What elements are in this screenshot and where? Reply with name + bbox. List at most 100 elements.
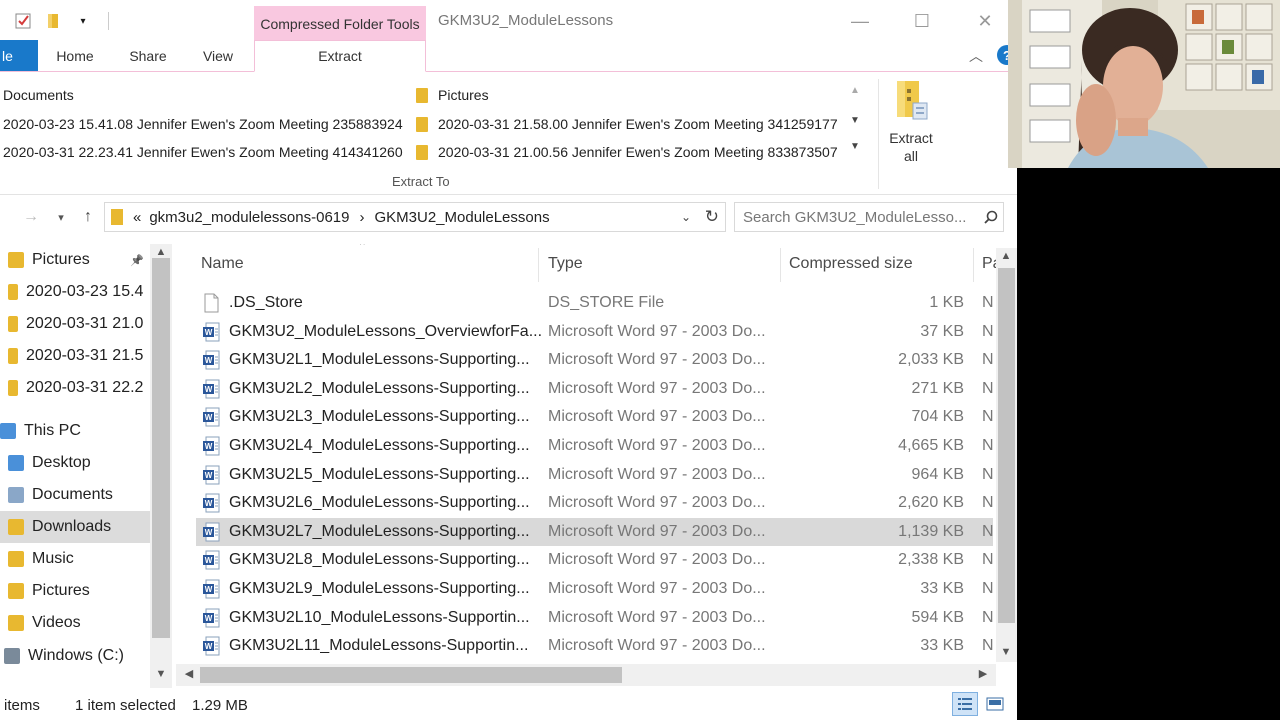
gallery-item-zoom-341259177[interactable]: 2020-03-31 21.58.00 Jennifer Ewen's Zoom… [416, 113, 838, 135]
nav-item-2020-03-23-15-4[interactable]: 2020-03-23 15.4 [0, 276, 150, 308]
tab-home[interactable]: Home [44, 40, 106, 71]
file-name-cell[interactable]: W GKM3U2L3_ModuleLessons-Supporting... [202, 403, 530, 431]
nav-item-documents[interactable]: Documents [0, 479, 150, 511]
file-list-scroll-thumb[interactable] [998, 268, 1015, 623]
column-header-compressed-size[interactable]: Compressed size [789, 252, 913, 276]
breadcrumb-separator[interactable]: › [359, 209, 364, 226]
file-name-cell[interactable]: .DS_Store [202, 289, 303, 317]
table-row[interactable]: W GKM3U2L4_ModuleLessons-Supporting... Mic… [196, 432, 994, 460]
file-name-cell[interactable]: W GKM3U2L6_ModuleLessons-Supporting... [202, 489, 530, 517]
gallery-scroll-down-icon[interactable]: ▼ [846, 115, 864, 126]
file-name-cell[interactable]: W GKM3U2L7_ModuleLessons-Supporting... [202, 518, 530, 546]
tab-file[interactable]: le [0, 40, 38, 71]
file-name-cell[interactable]: W GKM3U2L11_ModuleLessons-Supportin... [202, 632, 528, 660]
gallery-expand-icon[interactable]: ▼ [846, 141, 864, 152]
search-input[interactable]: Search GKM3U2_ModuleLesso... [743, 209, 979, 226]
maximize-button[interactable]: ☐ [908, 8, 936, 34]
properties-check-icon[interactable] [12, 10, 34, 32]
file-type: Microsoft Word 97 - 2003 Do... [548, 379, 766, 397]
nav-item-downloads[interactable]: Downloads [0, 511, 150, 543]
nav-item-pictures[interactable]: Pictures 📌 [0, 244, 150, 276]
file-name-cell[interactable]: W GKM3U2L8_ModuleLessons-Supporting... [202, 546, 530, 574]
table-row[interactable]: W GKM3U2_ModuleLessons_OverviewforFa... Mi… [196, 318, 994, 346]
extract-all-button[interactable]: Extract all [884, 79, 938, 165]
nav-pane-scrollbar[interactable]: ▲ ▼ [150, 244, 172, 688]
table-row[interactable]: W GKM3U2L8_ModuleLessons-Supporting... Mic… [196, 546, 994, 574]
gallery-item-documents[interactable]: Documents [3, 84, 74, 106]
nav-item-2020-03-31-21-5[interactable]: 2020-03-31 21.5 [0, 340, 150, 372]
nav-item-music[interactable]: Music [0, 543, 150, 575]
table-row[interactable]: W GKM3U2L3_ModuleLessons-Supporting... Mic… [196, 403, 994, 431]
nav-scroll-up-icon[interactable]: ▲ [152, 246, 170, 258]
gallery-item-label: 2020-03-31 21.00.56 Jennifer Ewen's Zoom… [438, 144, 838, 160]
table-row[interactable]: W GKM3U2L6_ModuleLessons-Supporting... Mic… [196, 489, 994, 517]
file-compressed-size: 271 KB [911, 379, 964, 397]
table-row[interactable]: W GKM3U2L2_ModuleLessons-Supporting... Mic… [196, 375, 994, 403]
gallery-item-pictures[interactable]: Pictures [416, 84, 489, 106]
close-button[interactable]: ✕ [971, 8, 999, 34]
column-header-name[interactable]: Name [201, 252, 244, 276]
table-row[interactable]: W GKM3U2L11_ModuleLessons-Supportin... Mic… [196, 632, 994, 660]
list-scroll-up-icon[interactable]: ▲ [997, 250, 1015, 262]
large-icons-view-button[interactable] [982, 692, 1008, 716]
tab-share[interactable]: Share [118, 40, 178, 71]
file-name-cell[interactable]: W GKM3U2L4_ModuleLessons-Supporting... [202, 432, 530, 460]
gallery-item-zoom-833873507[interactable]: 2020-03-31 21.00.56 Jennifer Ewen's Zoom… [416, 141, 838, 163]
file-name-cell[interactable]: W GKM3U2L1_ModuleLessons-Supporting... [202, 346, 530, 374]
file-list-scrollbar[interactable]: ▲ ▼ [996, 248, 1017, 662]
column-divider[interactable] [538, 248, 539, 282]
address-bar[interactable]: « gkm3u2_modulelessons-0619 › GKM3U2_Mod… [104, 202, 726, 232]
breadcrumb-current-folder[interactable]: GKM3U2_ModuleLessons [374, 209, 549, 226]
file-name-cell[interactable]: W GKM3U2_ModuleLessons_OverviewforFa... [202, 318, 542, 346]
horizontal-scroll-thumb[interactable] [200, 667, 622, 683]
table-row[interactable]: W GKM3U2L5_ModuleLessons-Supporting... Mic… [196, 461, 994, 489]
table-row[interactable]: W GKM3U2L10_ModuleLessons-Supportin... Mic… [196, 604, 994, 632]
new-folder-icon[interactable] [42, 10, 64, 32]
column-divider[interactable] [780, 248, 781, 282]
up-arrow-icon[interactable]: ↑ [77, 206, 99, 228]
table-row[interactable]: W GKM3U2L9_ModuleLessons-Supporting... Mic… [196, 575, 994, 603]
nav-item-2020-03-31-21-0[interactable]: 2020-03-31 21.0 [0, 308, 150, 340]
breadcrumb-zip-archive[interactable]: gkm3u2_modulelessons-0619 [149, 209, 349, 226]
column-header-type[interactable]: Type [548, 252, 583, 276]
gallery-scroll-up-icon[interactable]: ▲ [846, 85, 864, 96]
file-name-cell[interactable]: W GKM3U2L10_ModuleLessons-Supportin... [202, 604, 530, 632]
list-scroll-down-icon[interactable]: ▼ [997, 646, 1015, 658]
tab-view[interactable]: View [190, 40, 246, 71]
file-name-cell[interactable]: W GKM3U2L9_ModuleLessons-Supporting... [202, 575, 530, 603]
minimize-ribbon-chevron-icon[interactable]: ︿ [969, 46, 983, 66]
breadcrumb-overflow[interactable]: « [133, 209, 141, 226]
nav-item-label: 2020-03-31 22.2 [26, 379, 144, 396]
nav-item-desktop[interactable]: Desktop [0, 447, 150, 479]
column-divider[interactable] [973, 248, 974, 282]
scroll-right-icon[interactable]: ▶ [974, 667, 992, 680]
gallery-item-zoom-235883924[interactable]: 2020-03-23 15.41.08 Jennifer Ewen's Zoom… [3, 113, 403, 135]
nav-item-videos[interactable]: Videos [0, 607, 150, 639]
file-name-cell[interactable]: W GKM3U2L2_ModuleLessons-Supporting... [202, 375, 530, 403]
nav-item-2020-03-31-22-2[interactable]: 2020-03-31 22.2 [0, 372, 150, 404]
tab-extract[interactable]: Extract [254, 40, 426, 72]
table-row[interactable]: W GKM3U2L7_ModuleLessons-Supporting... Mic… [196, 517, 994, 546]
refresh-icon[interactable]: ↻ [705, 207, 719, 227]
nav-pane-scroll-thumb[interactable] [152, 258, 170, 638]
search-box[interactable]: Search GKM3U2_ModuleLesso... [734, 202, 1004, 232]
nav-scroll-down-icon[interactable]: ▼ [152, 668, 170, 680]
nav-item-this-pc[interactable]: This PC [0, 415, 150, 447]
nav-item-windows-c[interactable]: Windows (C:) [0, 640, 150, 672]
minimize-button[interactable]: — [846, 8, 874, 34]
recent-locations-chevron-icon[interactable]: ▾ [50, 206, 72, 228]
horizontal-scrollbar[interactable]: ◀ ▶ [176, 664, 996, 686]
details-view-button[interactable] [952, 692, 978, 716]
customize-qat-chevron-icon[interactable]: ▾ [72, 10, 94, 32]
table-row[interactable]: W GKM3U2L1_ModuleLessons-Supporting... Mic… [196, 346, 994, 374]
pin-icon[interactable]: 📌 [130, 254, 144, 267]
table-row[interactable]: .DS_Store DS_STORE File 1 KB N [196, 289, 994, 317]
word-document-icon: W [203, 636, 220, 656]
gallery-item-zoom-414341260[interactable]: 2020-03-31 22.23.41 Jennifer Ewen's Zoom… [3, 141, 403, 163]
file-name-cell[interactable]: W GKM3U2L5_ModuleLessons-Supporting... [202, 461, 530, 489]
pictures-folder-icon [416, 87, 428, 103]
address-dropdown-chevron-icon[interactable]: ⌄ [681, 210, 691, 224]
scroll-left-icon[interactable]: ◀ [180, 667, 198, 680]
forward-arrow-icon[interactable]: → [20, 206, 42, 228]
nav-item-pictures[interactable]: Pictures [0, 575, 150, 607]
